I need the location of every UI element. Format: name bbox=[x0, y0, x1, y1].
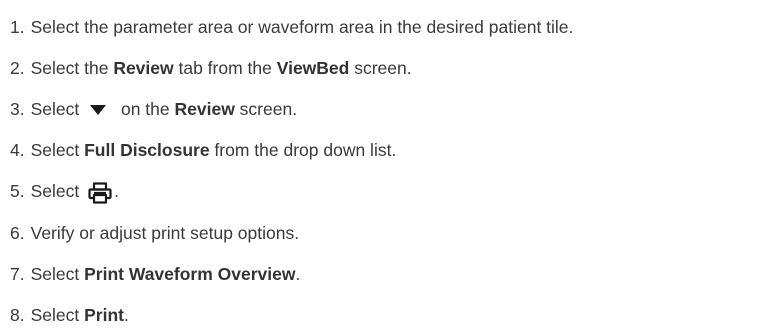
ui-term: Full Disclosure bbox=[84, 140, 210, 161]
ui-term: Print bbox=[84, 304, 124, 325]
step-text: Verify or adjust print setup options. bbox=[30, 222, 300, 243]
list-item: 6. Verify or adjust print setup options. bbox=[10, 212, 759, 253]
step-number: 8. bbox=[10, 304, 25, 325]
step-text: Select on the Review screen. bbox=[30, 98, 298, 119]
step-text: Select . bbox=[31, 174, 119, 208]
ui-term: Review bbox=[113, 57, 174, 78]
list-item: 3. Select on the Review screen. bbox=[10, 88, 759, 129]
ui-term: Review bbox=[174, 98, 235, 119]
list-item: 4. Select Full Disclosure from the drop … bbox=[10, 130, 759, 171]
step-number: 3. bbox=[10, 98, 25, 119]
list-item: 5. Select . bbox=[10, 171, 759, 212]
list-item: 7. Select Print Waveform Overview. bbox=[10, 253, 759, 294]
step-text: Select Full Disclosure from the drop dow… bbox=[30, 140, 397, 161]
printer-icon bbox=[88, 182, 112, 204]
dropdown-triangle-icon bbox=[90, 104, 107, 116]
step-text: Select Print Waveform Overview. bbox=[30, 263, 301, 284]
step-number: 5. bbox=[10, 181, 25, 202]
instruction-list: 1. Select the parameter area or waveform… bbox=[0, 0, 759, 336]
step-text: Select Print. bbox=[30, 304, 129, 325]
step-number: 4. bbox=[10, 140, 25, 161]
list-item: 8. Select Print. bbox=[10, 294, 759, 335]
ui-term: ViewBed bbox=[276, 57, 350, 78]
step-text: Select the Review tab from the ViewBed s… bbox=[30, 57, 412, 78]
ui-term: Print Waveform Overview bbox=[84, 263, 296, 284]
list-item: 1. Select the parameter area or waveform… bbox=[10, 6, 759, 47]
step-text: Select the parameter area or waveform ar… bbox=[30, 16, 574, 37]
list-item: 2. Select the Review tab from the ViewBe… bbox=[10, 47, 759, 88]
step-number: 6. bbox=[10, 222, 25, 243]
step-number: 7. bbox=[10, 263, 25, 284]
step-number: 2. bbox=[10, 57, 25, 78]
step-number: 1. bbox=[10, 16, 25, 37]
